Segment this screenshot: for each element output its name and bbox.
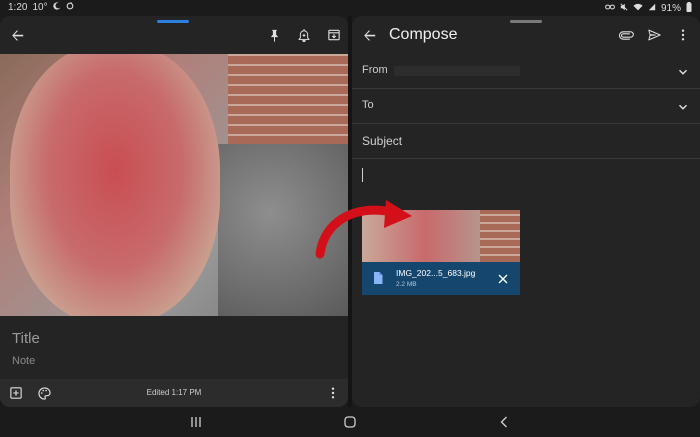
blurred-face: [10, 54, 220, 316]
recents-icon[interactable]: [188, 415, 204, 429]
image-file-icon: [372, 270, 384, 286]
battery-text: 91%: [660, 3, 681, 14]
attachment-chip[interactable]: IMG_202...5_683.jpg 2.2 MB: [362, 262, 520, 295]
chevron-down-icon[interactable]: [678, 99, 688, 117]
note-image[interactable]: [0, 54, 348, 316]
to-field[interactable]: To: [352, 89, 700, 124]
status-bar: 1:20 10° 91%: [0, 0, 700, 16]
wifi-icon: [633, 3, 643, 14]
battery-icon: [686, 2, 692, 15]
thumbnail-brick-background: [480, 210, 520, 262]
send-icon[interactable]: [645, 26, 663, 44]
compose-title: Compose: [389, 26, 458, 43]
subject-placeholder: Subject: [362, 134, 403, 148]
back-icon[interactable]: [360, 26, 378, 44]
attachment-filename: IMG_202...5_683.jpg: [396, 268, 476, 278]
to-label: To: [362, 99, 374, 111]
system-nav-bar: [0, 407, 700, 437]
note-title-field[interactable]: Title: [12, 330, 40, 347]
body-text-cursor[interactable]: [362, 168, 363, 182]
mute-icon: [620, 3, 628, 14]
reminder-icon[interactable]: [295, 26, 313, 44]
pin-icon[interactable]: [265, 26, 283, 44]
attachment-size: 2.2 MB: [396, 281, 417, 288]
from-label: From: [362, 64, 388, 76]
from-field[interactable]: From: [352, 54, 700, 89]
more-icon[interactable]: [676, 26, 690, 44]
more-icon[interactable]: [326, 385, 340, 401]
attach-icon[interactable]: [616, 26, 636, 44]
status-time: 1:20: [8, 2, 28, 13]
subject-field[interactable]: Subject: [352, 124, 700, 159]
nav-back-icon[interactable]: [496, 415, 512, 429]
note-body-field[interactable]: Note: [12, 355, 35, 367]
signal-icon: [648, 3, 656, 14]
chevron-down-icon[interactable]: [678, 64, 688, 82]
weather-temperature: 10°: [32, 2, 48, 13]
brick-wall-background: [228, 54, 348, 154]
moon-icon: [52, 2, 61, 13]
archive-icon[interactable]: [325, 26, 343, 44]
back-icon[interactable]: [8, 26, 26, 44]
notes-bottom-bar: Edited 1:17 PM: [0, 379, 348, 407]
notes-pane: Title Note Edited 1:17 PM: [0, 16, 348, 407]
drag-annotation-arrow-icon: [315, 200, 412, 259]
link-icon: [605, 3, 615, 14]
pane-drag-handle[interactable]: [157, 20, 189, 23]
from-address-redacted: [394, 66, 520, 76]
home-icon[interactable]: [342, 415, 358, 429]
close-icon[interactable]: [496, 272, 510, 286]
pane-drag-handle[interactable]: [510, 20, 542, 23]
edited-timestamp: Edited 1:17 PM: [146, 388, 202, 397]
sync-icon: [66, 2, 74, 13]
